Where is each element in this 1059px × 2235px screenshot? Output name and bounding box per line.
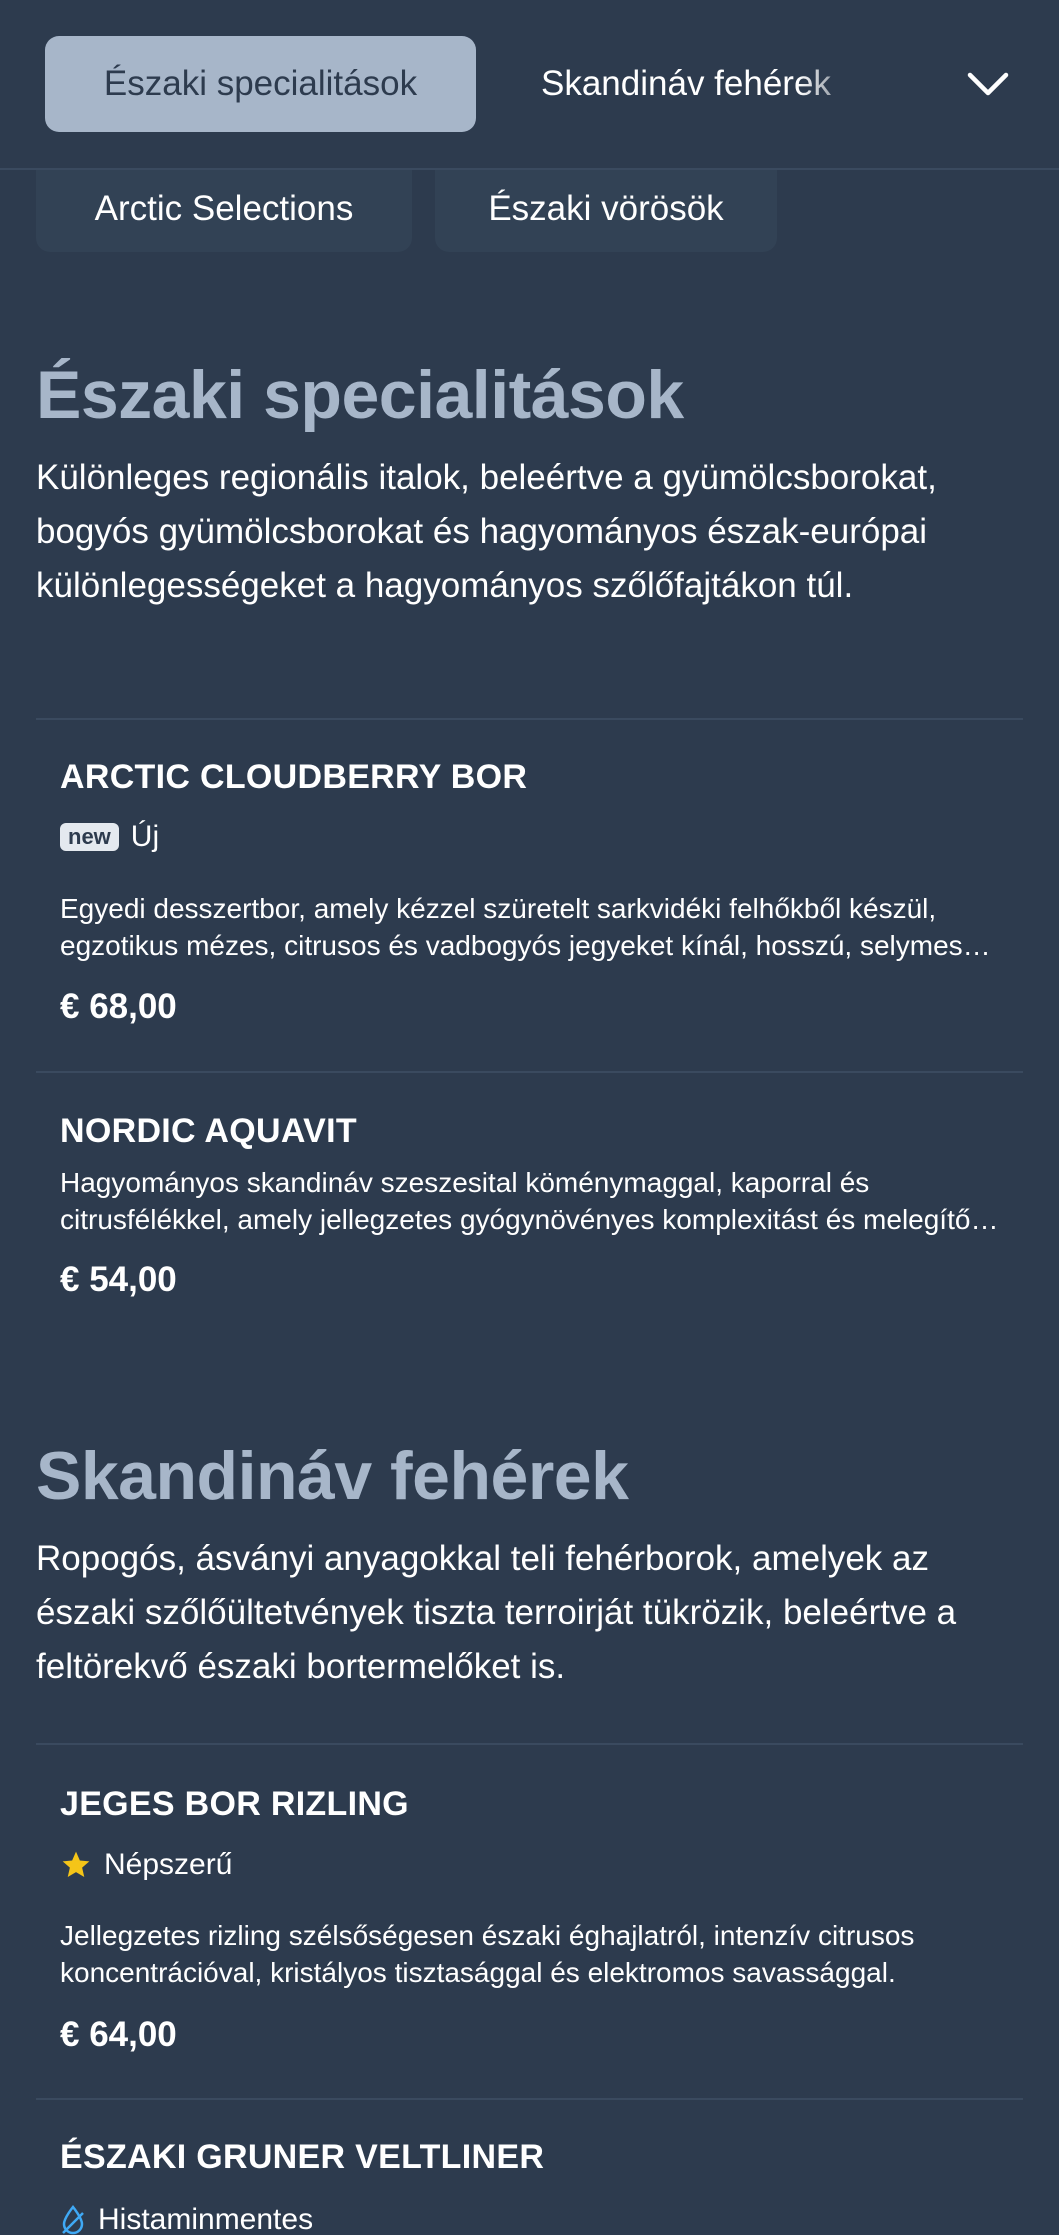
item-price: € 54,00 xyxy=(60,1260,177,1299)
star-icon xyxy=(60,1849,92,1881)
divider xyxy=(36,2098,1023,2100)
item-description: Hagyományos skandináv szeszesital kömény… xyxy=(60,1167,971,1235)
divider xyxy=(36,718,1023,720)
section-description: Ropogós, ásványi anyagokkal teli fehérbo… xyxy=(36,1539,957,1686)
badge-label: Histaminmentes xyxy=(98,2203,314,2235)
badge-label: Új xyxy=(130,820,160,853)
item-name: ÉSZAKI GRUNER VELTLINER xyxy=(60,2138,545,2176)
histamine-free-icon xyxy=(60,2204,86,2235)
item-price: € 68,00 xyxy=(60,987,177,1026)
item-name: ARCTIC CLOUDBERRY BOR xyxy=(60,758,528,796)
chevron-down-icon[interactable] xyxy=(960,60,1016,108)
tab-eszaki-vorosok[interactable]: Északi vörösök xyxy=(435,165,777,252)
item-name: NORDIC AQUAVIT xyxy=(60,1112,357,1150)
item-badge: Népszerű xyxy=(60,1845,232,1885)
item-badge: Histaminmentes xyxy=(60,2200,313,2235)
section-title: Északi specialitások xyxy=(36,357,684,433)
item-price: € 64,00 xyxy=(60,2015,177,2054)
new-badge-icon: new xyxy=(60,823,119,851)
tab-arctic-selections[interactable]: Arctic Selections xyxy=(36,165,412,252)
category-tab-bar: Északi specialitások Skandináv fehérek xyxy=(0,0,1059,170)
divider xyxy=(36,1743,1023,1745)
item-name: JEGES BOR RIZLING xyxy=(60,1785,409,1823)
section-title: Skandináv fehérek xyxy=(36,1438,629,1514)
item-description: Egyedi desszertbor, amely kézzel szürete… xyxy=(60,893,963,961)
menu-page: Északi specialitások Skandináv fehérek A… xyxy=(0,0,1059,2235)
section-description: Különleges regionális italok, beleértve … xyxy=(36,458,937,605)
divider xyxy=(36,1071,1023,1073)
item-description: Jellegzetes rizling szélsőségesen északi… xyxy=(60,1920,915,1988)
badge-label: Népszerű xyxy=(104,1848,233,1881)
tab-skandinav-feherek[interactable]: Skandináv fehérek xyxy=(541,36,871,132)
tab-eszaki-specialitasok[interactable]: Északi specialitások xyxy=(45,36,476,132)
item-badge: new Új xyxy=(60,817,159,857)
